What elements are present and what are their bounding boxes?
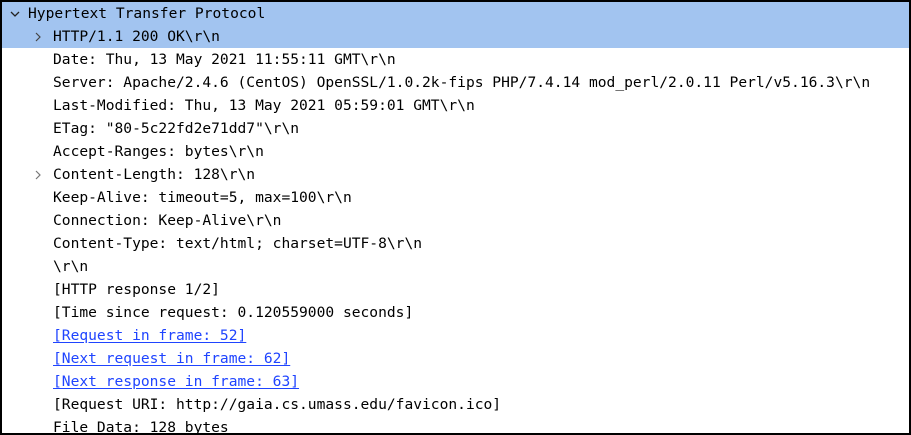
tree-item-time-since-request[interactable]: [Time since request: 0.120559000 seconds… — [2, 301, 909, 324]
tree-item-label: Content-Length: 128\r\n — [53, 166, 256, 183]
tree-item-connection[interactable]: Connection: Keep-Alive\r\n — [2, 209, 909, 232]
tree-item-label: Date: Thu, 13 May 2021 11:55:11 GMT\r\n — [53, 51, 396, 68]
tree-item-last-modified[interactable]: Last-Modified: Thu, 13 May 2021 05:59:01… — [2, 94, 909, 117]
tree-item-label: Connection: Keep-Alive\r\n — [53, 212, 282, 229]
tree-item-content-length[interactable]: Content-Length: 128\r\n — [2, 163, 909, 186]
tree-item-label: [Request URI: http://gaia.cs.umass.edu/f… — [53, 396, 502, 413]
tree-item-label: Server: Apache/2.4.6 (CentOS) OpenSSL/1.… — [53, 74, 871, 91]
tree-item-file-data[interactable]: File Data: 128 bytes — [2, 416, 909, 435]
tree-root-http[interactable]: Hypertext Transfer Protocol — [2, 2, 909, 25]
tree-item-etag[interactable]: ETag: "80-5c22fd2e71dd7"\r\n — [2, 117, 909, 140]
tree-item-label: Last-Modified: Thu, 13 May 2021 05:59:01… — [53, 97, 475, 114]
tree-item-label: \r\n — [53, 258, 89, 275]
tree-item-label: HTTP/1.1 200 OK\r\n — [53, 28, 220, 45]
tree-item-label: [Time since request: 0.120559000 seconds… — [53, 304, 414, 321]
tree-item-label: [HTTP response 1/2] — [53, 281, 220, 298]
chevron-down-icon[interactable] — [8, 2, 22, 25]
tree-item-label: ETag: "80-5c22fd2e71dd7"\r\n — [53, 120, 300, 137]
tree-item-request-in-frame[interactable]: [Request in frame: 52] — [2, 324, 909, 347]
tree-item-label: Content-Type: text/html; charset=UTF-8\r… — [53, 235, 423, 252]
tree-item-label: Accept-Ranges: bytes\r\n — [53, 143, 264, 160]
packet-details-pane: Hypertext Transfer Protocol HTTP/1.1 200… — [0, 0, 911, 435]
tree-item-crlf[interactable]: \r\n — [2, 255, 909, 278]
tree-item-status-line[interactable]: HTTP/1.1 200 OK\r\n — [2, 25, 909, 48]
request-in-frame-link[interactable]: [Request in frame: 52] — [53, 324, 246, 347]
chevron-right-icon[interactable] — [31, 163, 45, 186]
tree-item-next-request[interactable]: [Next request in frame: 62] — [2, 347, 909, 370]
tree-item-server[interactable]: Server: Apache/2.4.6 (CentOS) OpenSSL/1.… — [2, 71, 909, 94]
chevron-right-icon[interactable] — [31, 25, 45, 48]
tree-item-request-uri[interactable]: [Request URI: http://gaia.cs.umass.edu/f… — [2, 393, 909, 416]
tree-item-http-response[interactable]: [HTTP response 1/2] — [2, 278, 909, 301]
tree-root-label: Hypertext Transfer Protocol — [28, 5, 266, 22]
tree-item-keep-alive[interactable]: Keep-Alive: timeout=5, max=100\r\n — [2, 186, 909, 209]
next-response-link[interactable]: [Next response in frame: 63] — [53, 370, 299, 393]
tree-item-label: Keep-Alive: timeout=5, max=100\r\n — [53, 189, 352, 206]
tree-item-content-type[interactable]: Content-Type: text/html; charset=UTF-8\r… — [2, 232, 909, 255]
tree-item-date[interactable]: Date: Thu, 13 May 2021 11:55:11 GMT\r\n — [2, 48, 909, 71]
next-request-link[interactable]: [Next request in frame: 62] — [53, 347, 290, 370]
tree-item-accept-ranges[interactable]: Accept-Ranges: bytes\r\n — [2, 140, 909, 163]
tree-item-next-response[interactable]: [Next response in frame: 63] — [2, 370, 909, 393]
tree-item-label: File Data: 128 bytes — [53, 419, 229, 435]
